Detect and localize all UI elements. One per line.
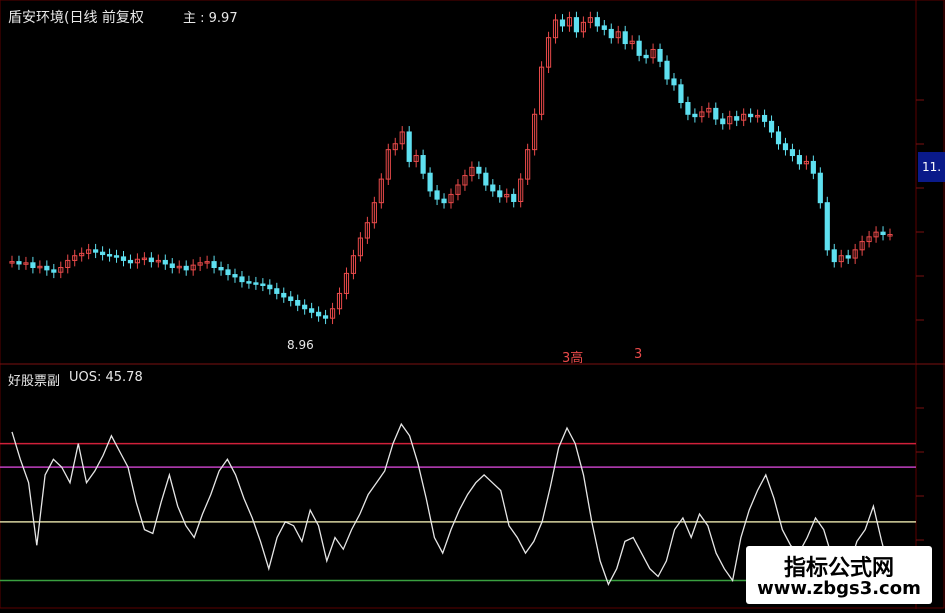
candle-body [664,60,670,80]
candle-body [608,28,614,39]
candle-body [748,113,754,118]
candle-body [810,160,816,174]
candle-body [281,292,287,298]
candle-body [643,54,649,59]
candle-body [162,259,168,265]
candle-body [127,259,134,264]
candle-body [316,311,322,317]
candle-body [169,263,175,269]
candle-body [685,102,691,115]
candle-body [511,193,517,203]
candle-body [796,155,803,165]
candle-body [246,281,252,284]
candle-body [768,120,775,133]
candle-body [44,265,50,271]
candle-body [267,284,273,290]
candle-body [559,19,566,27]
candle-body [225,269,231,276]
candle-body [260,283,266,286]
candle-body [406,131,412,162]
candle-body [309,308,315,313]
candle-body [657,48,663,62]
candle-body [288,296,294,302]
candle-body [789,149,796,157]
candle-body [483,172,489,186]
low-price-label: 8.96 [287,338,314,352]
candle-body [239,276,245,283]
candle-body [274,288,280,294]
red-mark-2: 3 [634,347,643,362]
candle-body [636,40,642,56]
candle-body [218,267,224,271]
candle-body [775,131,782,145]
candle-body [692,113,698,118]
candle-body [720,118,726,125]
main-value-label: 主 : 9.97 [183,11,238,26]
candle-body [427,172,433,192]
candle-body [831,249,837,263]
candle-body [678,84,684,103]
candle-body [99,251,106,256]
candle-body [253,282,259,285]
chart-title: 盾安环境(日线 前复权 [8,10,144,26]
candle-body [232,274,238,278]
candle-body [824,202,830,251]
candle-body [622,31,628,45]
candle-body [880,231,886,235]
price-tag: 11. [918,152,945,182]
candle-body [601,25,607,30]
candle-body [211,261,217,269]
candle-body [761,114,768,122]
watermark: 指标公式网 www.zbgs3.com [746,546,932,604]
candle-body [817,172,823,204]
candle-body [573,17,580,33]
watermark-line2: www.zbgs3.com [757,578,921,599]
candle-body [302,304,308,310]
candle-body [497,190,503,198]
candle-body [51,269,57,273]
candle-body [594,17,600,27]
candle-body [106,254,113,257]
candle-body [476,166,482,174]
candle-body [490,184,496,192]
candle-body [295,300,301,306]
candle-body [434,190,440,200]
candle-body [93,249,99,253]
candle-body [322,315,329,319]
candle-body [441,198,447,204]
uos-indicator-label: UOS: 45.78 [69,370,143,385]
candle-body [148,257,154,263]
candle-body [845,255,851,259]
candle-body [782,143,789,151]
candle-body [734,116,740,121]
candle-body [30,262,36,268]
chart-stage [0,0,945,609]
chart-frame [0,0,945,609]
candle-body [120,256,127,261]
candle-body [420,155,426,174]
chart-canvas [0,0,945,609]
candle-body [671,78,677,86]
sub-chart-title: 好股票副 [8,374,61,389]
candle-body [713,107,719,120]
red-mark-1: 3高 [562,351,584,366]
candle-body [183,265,189,271]
candle-body [113,255,120,258]
candle-body [16,261,22,265]
